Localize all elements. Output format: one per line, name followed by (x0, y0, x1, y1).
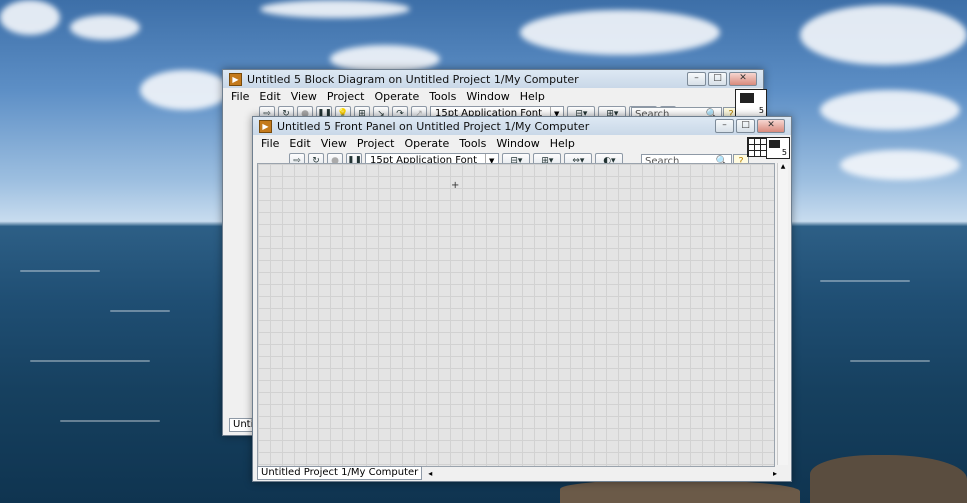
monitor-icon (740, 93, 754, 103)
labview-app-icon: ▶ (259, 119, 272, 133)
labview-app-icon: ▶ (229, 72, 242, 86)
menu-project[interactable]: Project (357, 137, 395, 150)
maximize-button[interactable]: □ (708, 72, 727, 86)
vi-icon-number: 5 (758, 106, 764, 115)
cloud (820, 90, 960, 130)
front-panel-statusbar: Untitled Project 1/My Computer ◂ ▸ (257, 466, 787, 480)
menu-tools[interactable]: Tools (459, 137, 486, 150)
wave (850, 360, 930, 362)
wave (30, 360, 150, 362)
front-panel-titlebar[interactable]: ▶ Untitled 5 Front Panel on Untitled Pro… (253, 117, 791, 135)
menu-window[interactable]: Window (496, 137, 539, 150)
menu-tools[interactable]: Tools (429, 90, 456, 103)
connector-pane-icon[interactable] (747, 137, 767, 157)
project-context-label: Untitled Project 1/My Computer (257, 466, 423, 480)
menu-operate[interactable]: Operate (374, 90, 419, 103)
cloud (840, 150, 960, 180)
block-diagram-titlebar[interactable]: ▶ Untitled 5 Block Diagram on Untitled P… (223, 70, 763, 88)
cloud (0, 0, 60, 35)
menu-help[interactable]: Help (520, 90, 545, 103)
rock (810, 455, 967, 503)
front-panel-window[interactable]: ▶ Untitled 5 Front Panel on Untitled Pro… (252, 116, 792, 482)
cloud (260, 0, 410, 18)
rock (560, 480, 800, 503)
wave (60, 420, 160, 422)
cloud (70, 15, 140, 40)
menu-help[interactable]: Help (550, 137, 575, 150)
cloud (520, 10, 720, 55)
wave (20, 270, 100, 272)
scroll-left-arrow-icon[interactable]: ◂ (428, 469, 432, 478)
wave (820, 280, 910, 282)
window-title: Untitled 5 Front Panel on Untitled Proje… (277, 119, 590, 133)
menu-operate[interactable]: Operate (404, 137, 449, 150)
menu-view[interactable]: View (321, 137, 347, 150)
front-panel-menubar: File Edit View Project Operate Tools Win… (253, 135, 791, 151)
minimize-button[interactable]: – (687, 72, 706, 86)
vi-icon[interactable]: 5 (766, 137, 790, 159)
close-button[interactable]: ✕ (729, 72, 757, 86)
menu-edit[interactable]: Edit (289, 137, 310, 150)
menu-file[interactable]: File (231, 90, 249, 103)
wave (110, 310, 170, 312)
minimize-button[interactable]: – (715, 119, 734, 133)
scroll-right-arrow-icon[interactable]: ▸ (773, 469, 777, 478)
scroll-up-arrow-icon[interactable]: ▲ (778, 163, 788, 170)
cloud (800, 5, 967, 65)
menu-project[interactable]: Project (327, 90, 365, 103)
maximize-button[interactable]: □ (736, 119, 755, 133)
cursor-crosshair-icon: + (451, 180, 460, 191)
vi-icon-number: 5 (781, 148, 787, 157)
menu-file[interactable]: File (261, 137, 279, 150)
menu-window[interactable]: Window (466, 90, 509, 103)
vi-icon[interactable]: 5 (735, 89, 767, 117)
vertical-scrollbar[interactable]: ▲ (777, 163, 788, 465)
menu-view[interactable]: View (291, 90, 317, 103)
window-title: Untitled 5 Block Diagram on Untitled Pro… (247, 72, 579, 86)
block-diagram-menubar: File Edit View Project Operate Tools Win… (223, 88, 763, 104)
menu-edit[interactable]: Edit (259, 90, 280, 103)
monitor-icon (769, 140, 780, 148)
cloud (140, 70, 230, 110)
close-button[interactable]: ✕ (757, 119, 785, 133)
front-panel-canvas[interactable]: + (257, 163, 775, 467)
